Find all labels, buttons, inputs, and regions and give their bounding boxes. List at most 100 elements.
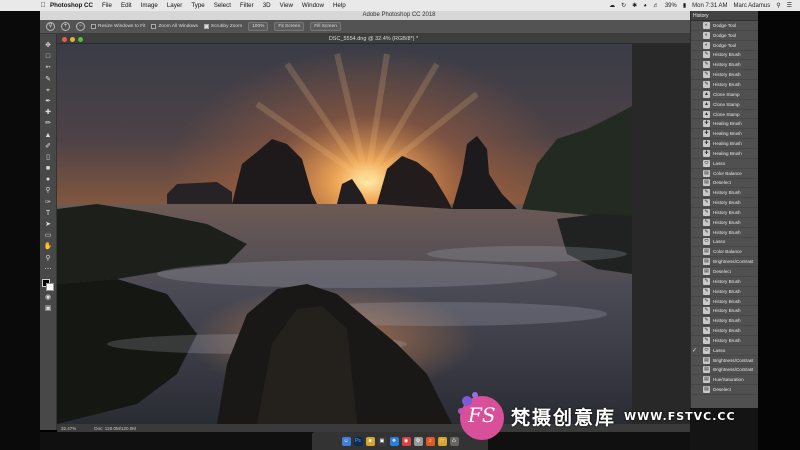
history-item[interactable]: ✎ History Brush (691, 51, 758, 61)
history-brush-tool-icon[interactable]: ✐ (44, 143, 53, 151)
history-item[interactable]: ✚ Healing Brush (691, 119, 758, 130)
path-select-tool-icon[interactable]: ➤ (44, 221, 53, 229)
zoom-out-icon[interactable]: − (76, 22, 85, 31)
lasso-tool-icon[interactable]: ➳ (44, 64, 53, 72)
background-color-swatch[interactable] (46, 282, 54, 291)
history-item[interactable]: ✎ History Brush (691, 306, 758, 317)
app-icon[interactable]: ▣ (377, 436, 387, 446)
close-icon[interactable] (62, 37, 67, 42)
history-item[interactable]: ▤ Brightness/Contrast (691, 366, 758, 376)
history-item[interactable]: ✎ History Brush (691, 188, 758, 199)
hand-tool-icon[interactable]: ✋ (44, 243, 53, 251)
checkbox-icon[interactable] (151, 24, 157, 29)
user-name[interactable]: Marc Adamus (734, 3, 771, 9)
healing-brush-tool-icon[interactable]: ✚ (44, 109, 53, 117)
history-item[interactable]: ✎ History Brush (691, 287, 758, 297)
history-item[interactable]: ◐ Dodge Tool (691, 21, 758, 31)
sync-icon[interactable]: ↻ (621, 2, 626, 9)
menu-3d[interactable]: 3D (263, 2, 271, 9)
resize-windows-option[interactable]: Resize Windows to Fit (91, 24, 145, 29)
history-panel-title[interactable]: History (691, 11, 758, 21)
history-item[interactable]: ▲ Clone Stamp (691, 100, 758, 110)
zoom-tool-icon[interactable]: ⚲ (44, 255, 53, 263)
menu-type[interactable]: Type (191, 2, 204, 9)
type-tool-icon[interactable]: T (44, 210, 53, 218)
history-item[interactable]: ✚ Healing Brush (691, 129, 758, 140)
marquee-tool-icon[interactable]: □ (44, 53, 53, 61)
screen-mode-icon[interactable]: ▣ (44, 305, 53, 313)
history-item[interactable]: ✎ History Brush (691, 297, 758, 307)
history-item[interactable]: ✎ History Brush (691, 208, 758, 218)
zoom-level[interactable]: 32.47% (61, 426, 76, 431)
zoom-window-icon[interactable] (78, 37, 83, 42)
history-item[interactable]: ✎ History Brush (691, 277, 758, 287)
chrome-icon[interactable]: ◉ (401, 436, 411, 446)
history-item[interactable]: ✎ History Brush (691, 70, 758, 81)
history-item[interactable]: ✎ History Brush (691, 228, 758, 238)
battery-icon[interactable]: ▮ (683, 2, 686, 9)
apple-icon[interactable]:  (36, 2, 50, 9)
menu-photoshop[interactable]: Photoshop CC (50, 2, 93, 9)
eraser-tool-icon[interactable]: ▯ (44, 154, 53, 162)
zoom-in-icon[interactable]: + (61, 22, 70, 31)
document-canvas[interactable] (57, 44, 632, 424)
quick-mask-icon[interactable]: ◉ (44, 294, 53, 302)
eyedropper-tool-icon[interactable]: ✒ (44, 98, 53, 106)
pen-tool-icon[interactable]: ✑ (44, 199, 53, 207)
history-item[interactable]: ✎ History Brush (691, 336, 758, 346)
fit-screen-button[interactable]: Fit Screen (274, 22, 305, 31)
brush-tool-icon[interactable]: ✏ (44, 120, 53, 128)
music-icon[interactable]: ♫ (425, 436, 435, 446)
gradient-tool-icon[interactable]: ■ (44, 165, 53, 173)
system-prefs-icon[interactable]: ⚙ (413, 436, 423, 446)
document-tab[interactable]: DSC_5554.dng @ 32.4% (RGB/8*) * (57, 34, 690, 44)
spotlight-icon[interactable]: ⚲ (776, 2, 780, 9)
move-tool-icon[interactable]: ✥ (44, 42, 53, 50)
history-item[interactable]: ▤ Brightness/Contrast (691, 257, 758, 268)
zoom-all-option[interactable]: Zoom All Windows (151, 24, 198, 29)
history-item[interactable]: ⬭ Lasso (691, 159, 758, 169)
volume-icon[interactable]: ♬ (653, 3, 659, 9)
history-item[interactable]: ◐ Dodge Tool (691, 41, 758, 51)
menu-layer[interactable]: Layer (167, 2, 182, 9)
menu-view[interactable]: View (280, 2, 293, 9)
bridge-icon[interactable]: ■ (365, 436, 375, 446)
history-item[interactable]: ✎ History Brush (691, 60, 758, 71)
history-item[interactable]: ◐ Dodge Tool (691, 31, 758, 41)
menu-edit[interactable]: Edit (121, 2, 132, 9)
battery-percent[interactable]: 39% (665, 3, 677, 9)
zoom-100-button[interactable]: 100% (248, 22, 269, 31)
blur-tool-icon[interactable]: ● (44, 176, 53, 184)
color-swatches[interactable] (42, 278, 54, 291)
history-item[interactable]: ✎ History Brush (691, 80, 758, 90)
bluetooth-icon[interactable]: ✱ (632, 2, 637, 9)
menu-select[interactable]: Select (214, 2, 231, 9)
history-item[interactable]: ✚ Healing Brush (691, 139, 758, 149)
history-item[interactable]: ✚ Healing Brush (691, 149, 758, 159)
crop-tool-icon[interactable]: ⌖ (44, 87, 53, 95)
quick-select-tool-icon[interactable]: ✎ (44, 76, 53, 84)
history-item[interactable]: ▲ Clone Stamp (691, 90, 758, 100)
history-item[interactable]: ✓ ⬭ Lasso (691, 346, 758, 356)
menu-window[interactable]: Window (302, 2, 324, 9)
history-item[interactable]: ✎ History Brush (691, 218, 758, 228)
history-item[interactable]: ✎ History Brush (691, 326, 758, 336)
fill-screen-button[interactable]: Fill Screen (310, 22, 341, 31)
finder-icon[interactable]: ☺ (341, 436, 351, 446)
menu-help[interactable]: Help (333, 2, 346, 9)
rectangle-tool-icon[interactable]: ▭ (44, 232, 53, 240)
folder-icon[interactable]: □ (437, 436, 447, 446)
history-item[interactable]: ▤ Color Balance (691, 247, 758, 258)
dodge-tool-icon[interactable]: ⚲ (44, 187, 53, 195)
clone-stamp-tool-icon[interactable]: ▲ (44, 132, 53, 140)
history-item[interactable]: ▤ Brightness/Contrast (691, 356, 758, 366)
checkmark-icon[interactable]: ✓ (692, 347, 697, 354)
menu-file[interactable]: File (102, 2, 112, 9)
history-item[interactable]: ✎ History Brush (691, 316, 758, 327)
history-item[interactable]: ▤ Hue/Saturation (691, 375, 758, 386)
history-item[interactable]: ▤ Color Balance (691, 169, 758, 179)
history-item[interactable]: ✎ History Brush (691, 198, 758, 209)
menu-image[interactable]: Image (141, 2, 158, 9)
menu-list-icon[interactable]: ☰ (787, 2, 792, 9)
menu-filter[interactable]: Filter (240, 2, 254, 9)
